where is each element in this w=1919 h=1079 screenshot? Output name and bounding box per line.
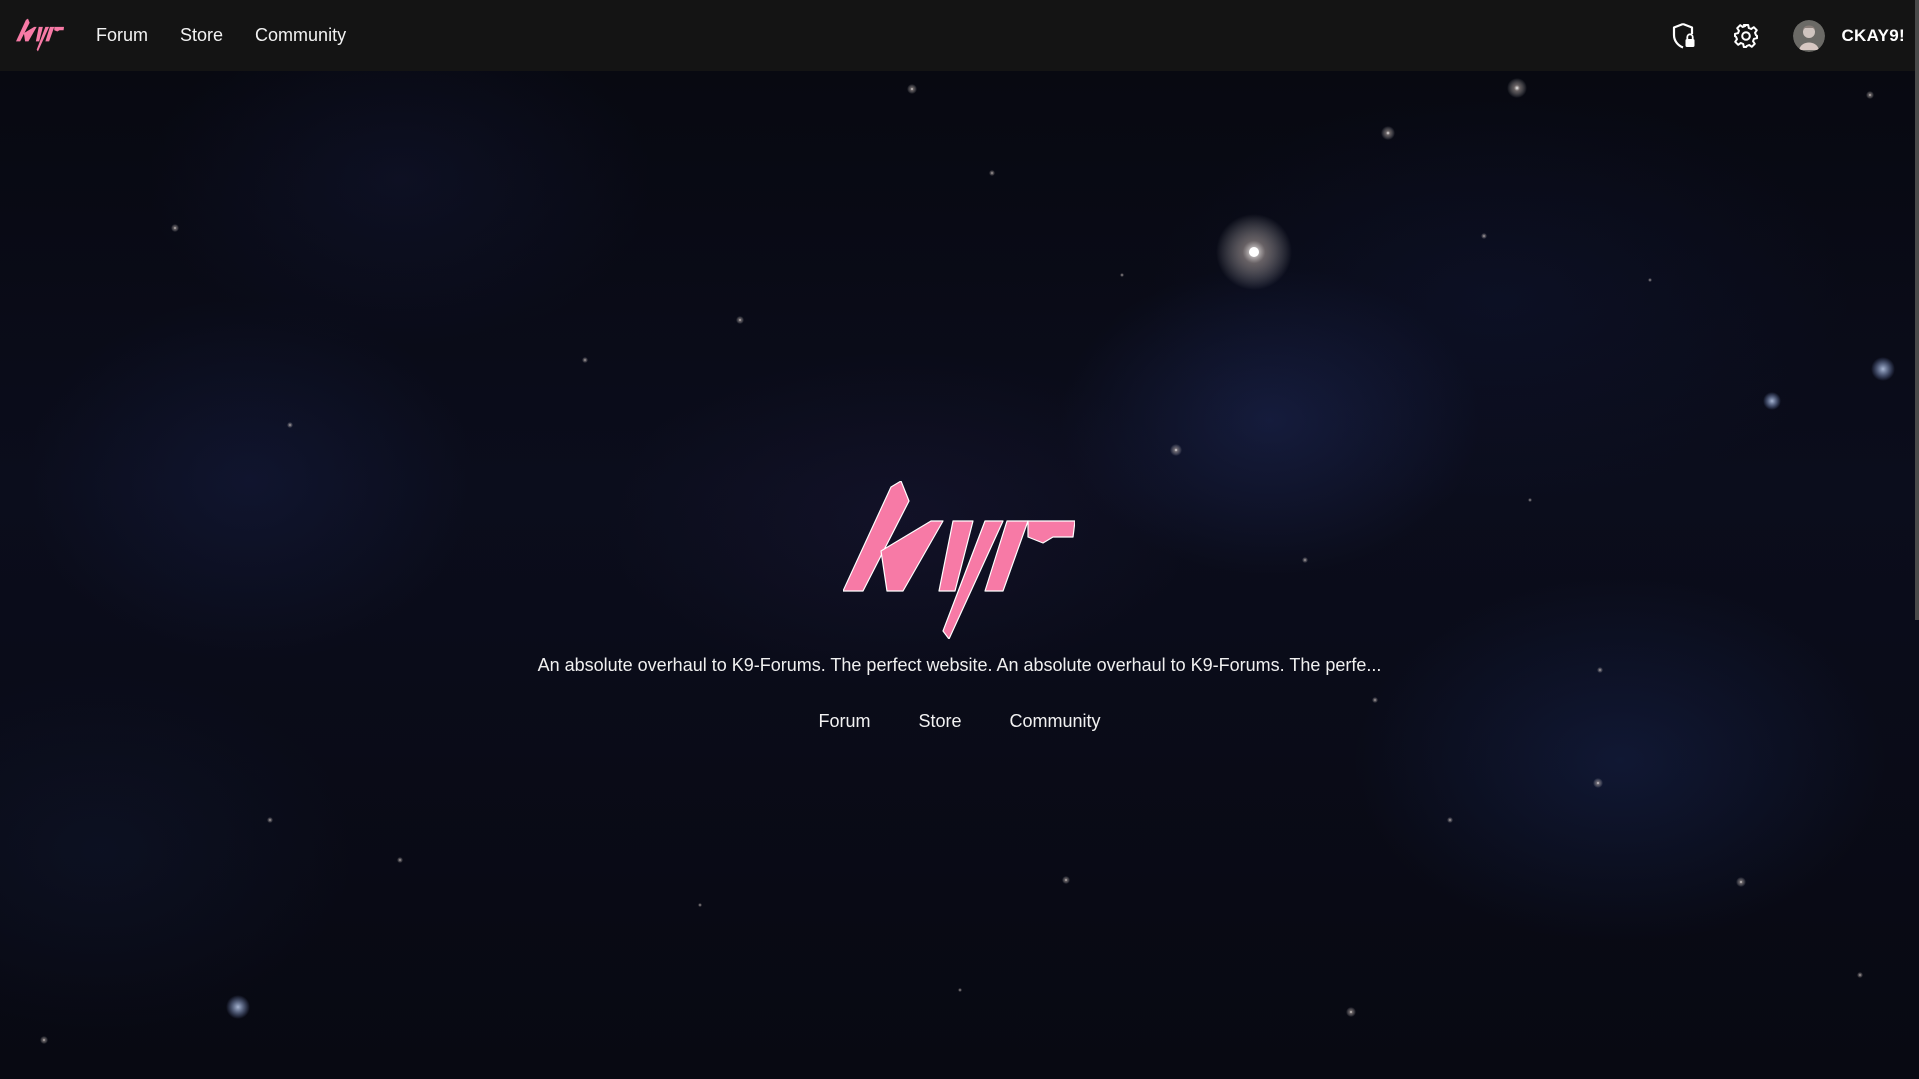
scrollbar[interactable] [1915,0,1919,620]
top-navbar: Forum Store Community CKAY9! [0,0,1919,71]
hero-logo [843,481,1075,639]
hero-link-store[interactable]: Store [918,711,961,732]
hero-link-community[interactable]: Community [1010,711,1101,732]
nav-community[interactable]: Community [255,25,346,46]
page: Forum Store Community CKAY9! An absolute… [0,0,1919,1079]
nav-store[interactable]: Store [180,25,223,46]
main-nav: Forum Store Community [96,0,346,71]
site-logo[interactable] [16,18,64,52]
hero-section: An absolute overhaul to K9-Forums. The p… [0,0,1919,1079]
hero-nav: Forum Store Community [0,711,1919,732]
shield-lock-icon[interactable] [1669,21,1699,51]
gear-icon[interactable] [1731,21,1761,51]
user-tools: CKAY9! [1669,0,1905,71]
hero-tagline: An absolute overhaul to K9-Forums. The p… [537,655,1382,675]
nav-forum[interactable]: Forum [96,25,148,46]
username[interactable]: CKAY9! [1841,26,1905,46]
hero-link-forum[interactable]: Forum [818,711,870,732]
avatar[interactable] [1793,19,1826,52]
